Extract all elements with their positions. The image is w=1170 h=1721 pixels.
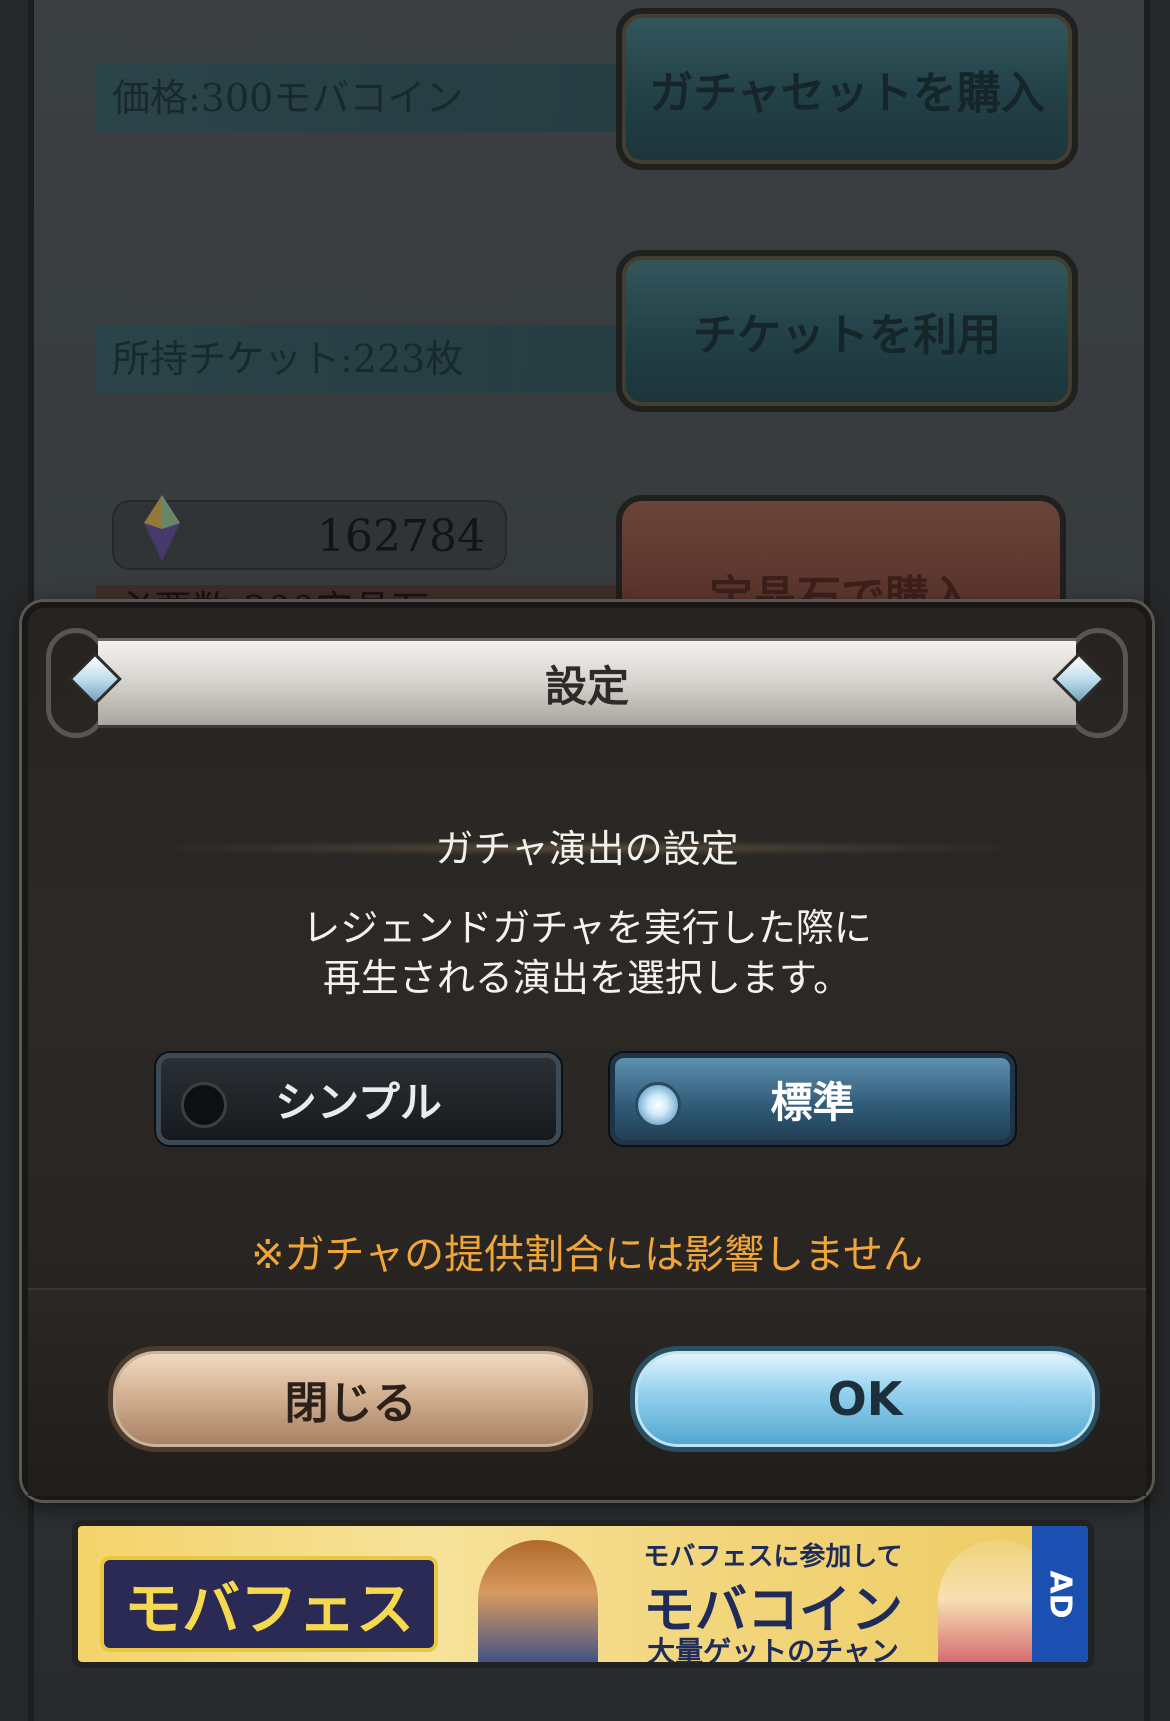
option-label: 標準 bbox=[770, 1077, 855, 1127]
option-label: シンプル bbox=[275, 1077, 442, 1127]
settings-dialog: 設定 ガチャ演出の設定 レジェンドガチャを実行した際に 再生される演出を選択しま… bbox=[22, 602, 1152, 1500]
dialog-title: 設定 bbox=[544, 661, 629, 711]
option-simple-button[interactable]: シンプル bbox=[156, 1053, 561, 1145]
banner-line3: 大量ゲットのチャンス! bbox=[647, 1635, 899, 1668]
dialog-description: レジェンドガチャを実行した際に 再生される演出を選択します。 bbox=[28, 903, 1146, 1003]
radio-selected-icon bbox=[635, 1082, 681, 1128]
banner-logo: モバフェス bbox=[100, 1556, 438, 1652]
ok-button[interactable]: OK bbox=[630, 1346, 1100, 1452]
ad-tag-text: AD bbox=[1042, 1569, 1078, 1619]
character-illustration bbox=[478, 1540, 598, 1662]
radio-unselected-icon bbox=[181, 1082, 227, 1128]
close-button[interactable]: 閉じる bbox=[108, 1346, 593, 1452]
dialog-subheading: ガチャ演出の設定 bbox=[435, 827, 739, 871]
description-line: 再生される演出を選択します。 bbox=[322, 956, 852, 1000]
ad-label: AD bbox=[1032, 1526, 1088, 1662]
option-standard-button[interactable]: 標準 bbox=[610, 1053, 1015, 1145]
dialog-title-bar: 設定 bbox=[98, 638, 1076, 728]
description-line: レジェンドガチャを実行した際に bbox=[302, 906, 872, 950]
ad-banner[interactable]: モバフェス モバフェスに参加して モバコイン 大量ゲットのチャンス! AD bbox=[72, 1520, 1094, 1668]
dialog-note: ※ガチャの提供割合には影響しません bbox=[251, 1232, 923, 1278]
